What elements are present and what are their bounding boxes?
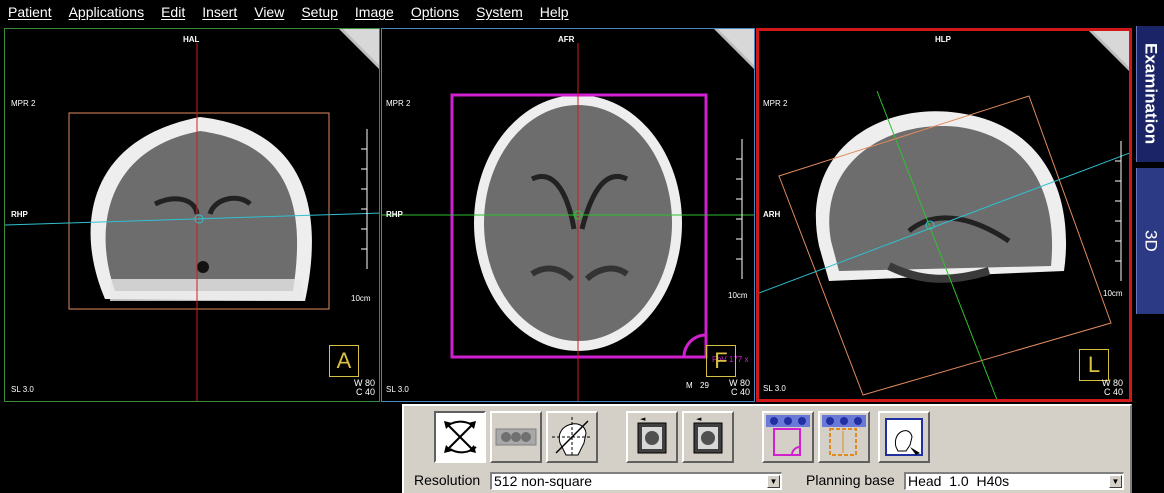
rotate-tool-button[interactable] bbox=[434, 411, 486, 463]
orientation-left-label: ARH bbox=[763, 210, 781, 219]
dropdown-arrow-icon[interactable]: ▼ bbox=[1109, 475, 1122, 488]
mpr-label: MPR 2 bbox=[763, 99, 788, 108]
range-planning-icon bbox=[822, 415, 866, 456]
image-stack-icon: ◄ bbox=[637, 415, 667, 454]
head-profile-icon bbox=[885, 418, 923, 456]
image-stack-icon: ◄ bbox=[693, 415, 723, 454]
viewport-sagittal[interactable]: HLP MPR 2 ARH 10cm SL 3.0 L W 80 C 40 bbox=[756, 28, 1132, 402]
resolution-label: Resolution bbox=[414, 472, 481, 488]
tab-3d-label: 3D bbox=[1141, 230, 1161, 252]
axial-image bbox=[382, 43, 754, 401]
orientation-top-label: AFR bbox=[558, 35, 575, 44]
menu-options[interactable]: Options bbox=[411, 4, 459, 20]
resolution-value: 512 non-square bbox=[494, 473, 593, 489]
magnification-value: 29 bbox=[700, 381, 709, 390]
planning-base-value: Head 1.0 H40s bbox=[908, 473, 1010, 489]
slab-planning-button[interactable] bbox=[762, 411, 814, 463]
center-value: 40 bbox=[364, 387, 375, 397]
mpr-label: MPR 2 bbox=[11, 99, 36, 108]
menu-view[interactable]: View bbox=[254, 4, 284, 20]
menu-system[interactable]: System bbox=[476, 4, 523, 20]
coronal-image bbox=[5, 43, 379, 401]
orientation-cube-icon: A bbox=[329, 345, 359, 377]
viewport-axial[interactable]: AFR MPR 2 RHP 10cm SL 3.0 FoV 177 x F M … bbox=[381, 28, 755, 402]
head-localizer-button[interactable] bbox=[878, 411, 930, 463]
rotate-arrows-icon bbox=[444, 420, 477, 454]
tab-examination-label: Examination bbox=[1141, 43, 1161, 145]
slice-thickness: SL 3.0 bbox=[11, 385, 34, 394]
head-plane-button[interactable] bbox=[546, 411, 598, 463]
scale-label: 10cm bbox=[351, 294, 371, 303]
slices-icon bbox=[495, 428, 537, 446]
viewport-coronal[interactable]: HAL MPR 2 RHP 10cm SL 3.0 A W 80 C 40 bbox=[4, 28, 380, 402]
center-label: C bbox=[355, 387, 363, 397]
svg-text:◄: ◄ bbox=[696, 415, 702, 423]
magnification-label: M bbox=[686, 381, 693, 390]
center-value: 40 bbox=[1112, 387, 1123, 397]
planning-base-select[interactable]: Head 1.0 H40s ▼ bbox=[904, 472, 1124, 490]
viewport-corner-axial-inner bbox=[718, 29, 754, 65]
mpr-label: MPR 2 bbox=[386, 99, 411, 108]
series-prev-button[interactable]: ◄ bbox=[626, 411, 678, 463]
slice-thickness: SL 3.0 bbox=[763, 384, 786, 393]
viewport-corner-sagittal-inner bbox=[1093, 31, 1129, 67]
multi-slice-button[interactable] bbox=[490, 411, 542, 463]
menu-setup[interactable]: Setup bbox=[301, 4, 338, 20]
center-label: C bbox=[730, 387, 738, 397]
control-panel: ◄ ◄ Resolution 512 non-square ▼ Planning… bbox=[402, 404, 1132, 493]
orientation-top-label: HAL bbox=[183, 35, 200, 44]
resolution-select[interactable]: 512 non-square ▼ bbox=[490, 472, 782, 490]
planning-base-label: Planning base bbox=[806, 472, 895, 488]
orientation-letter: F bbox=[714, 348, 728, 373]
window-level: W 80 C 40 bbox=[335, 379, 375, 397]
window-level: W 80 C 40 bbox=[710, 379, 750, 397]
orientation-cube-icon: F bbox=[706, 345, 736, 377]
range-planning-button[interactable] bbox=[818, 411, 870, 463]
menu-insert[interactable]: Insert bbox=[202, 4, 237, 20]
head-crosshair-icon bbox=[552, 417, 592, 457]
window-level: W 80 C 40 bbox=[1083, 379, 1123, 397]
menu-image[interactable]: Image bbox=[355, 4, 394, 20]
viewport-corner-coronal-inner bbox=[343, 29, 379, 65]
orientation-left-label: RHP bbox=[386, 210, 403, 219]
slice-thickness: SL 3.0 bbox=[386, 385, 409, 394]
menu-edit[interactable]: Edit bbox=[161, 4, 185, 20]
tab-examination[interactable]: Examination bbox=[1136, 26, 1164, 162]
scale-label: 10cm bbox=[728, 291, 748, 300]
orientation-top-label: HLP bbox=[935, 35, 951, 44]
orientation-left-label: RHP bbox=[11, 210, 28, 219]
menu-applications[interactable]: Applications bbox=[69, 4, 145, 20]
center-value: 40 bbox=[739, 387, 750, 397]
menu-help[interactable]: Help bbox=[540, 4, 569, 20]
orientation-cube-icon: L bbox=[1079, 349, 1109, 381]
fov-planning-icon bbox=[766, 415, 810, 456]
sagittal-image bbox=[759, 90, 1129, 399]
orientation-letter: A bbox=[336, 348, 352, 373]
menu-patient[interactable]: Patient bbox=[8, 4, 52, 20]
center-label: C bbox=[1103, 387, 1111, 397]
menu-bar: Patient Applications Edit Insert View Se… bbox=[0, 0, 1164, 24]
orientation-letter: L bbox=[1087, 352, 1101, 377]
dropdown-arrow-icon[interactable]: ▼ bbox=[767, 475, 780, 488]
svg-text:◄: ◄ bbox=[640, 415, 646, 423]
tab-3d[interactable]: 3D bbox=[1136, 168, 1164, 314]
series-next-button[interactable]: ◄ bbox=[682, 411, 734, 463]
scale-label: 10cm bbox=[1103, 289, 1123, 298]
